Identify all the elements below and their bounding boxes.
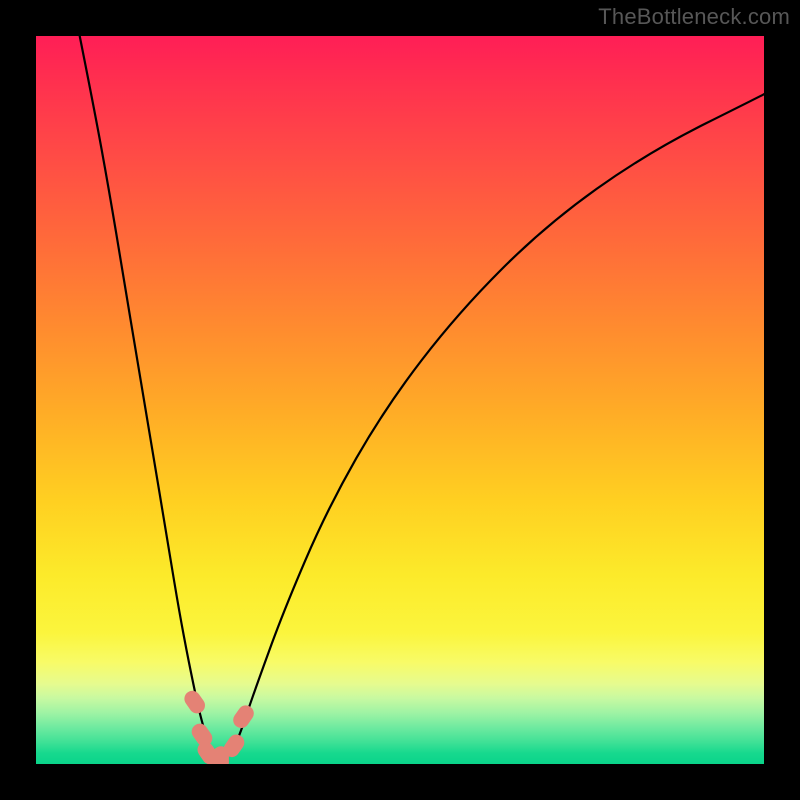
curve-marker [181,688,208,717]
curve-marker [230,702,257,731]
watermark-text: TheBottleneck.com [598,4,790,30]
chart-frame: TheBottleneck.com [0,0,800,800]
bottleneck-curve [80,36,764,757]
chart-svg [36,36,764,764]
plot-area [36,36,764,764]
marker-layer [181,688,257,764]
